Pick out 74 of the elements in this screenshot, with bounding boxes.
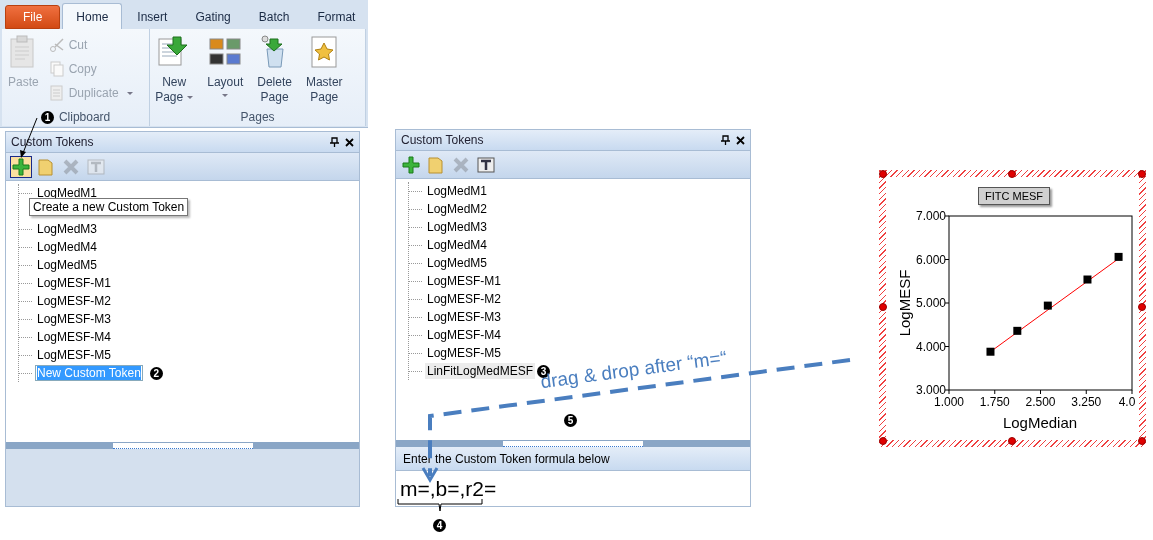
tree-item[interactable]: LogMedM4: [35, 239, 100, 255]
tick-label: 3.000: [915, 383, 946, 397]
toolbar-button[interactable]: [10, 155, 32, 178]
step-badge: 4: [433, 519, 446, 532]
scissors-icon: [48, 37, 65, 53]
folder-icon: [428, 155, 444, 174]
tree-item[interactable]: LogMedM4: [425, 237, 490, 253]
axis-title: LogMESF: [896, 269, 913, 337]
plus-icon: [402, 155, 420, 174]
group-label: Pages: [240, 110, 275, 124]
panel-title: Custom Tokens: [401, 133, 484, 147]
tick-label: 2.500: [1025, 395, 1056, 409]
delete-icon: [62, 157, 80, 176]
tick-label: 5.000: [915, 296, 946, 310]
pin-icon[interactable]: [330, 137, 339, 147]
tree-item[interactable]: LogMESF-M3: [425, 309, 504, 325]
data-point: [986, 347, 995, 356]
data-point: [1114, 252, 1123, 261]
ribbon-button[interactable]: Delete Page: [252, 35, 297, 105]
tree-item[interactable]: LogMedM3: [425, 219, 490, 235]
pin-icon[interactable]: [721, 135, 730, 145]
chart-title[interactable]: FITC MESF: [978, 187, 1051, 205]
ribbon-button[interactable]: Master Page: [300, 35, 348, 105]
ribbon-button[interactable]: New Page: [150, 35, 199, 105]
ribbon-tab[interactable]: Batch: [245, 5, 303, 29]
tree-item[interactable]: LogMedM5: [35, 257, 100, 273]
document-icon: [48, 85, 65, 101]
data-point: [1083, 275, 1092, 284]
tick-label: 6.000: [915, 252, 946, 267]
axis-title: LogMedian: [1002, 414, 1078, 431]
ribbon-button[interactable]: Layout: [202, 35, 249, 97]
splitter-handle[interactable]: [396, 440, 750, 447]
plus-icon: [12, 157, 30, 176]
tree-item[interactable]: LogMedM5: [425, 255, 490, 271]
step-badge: 2: [149, 366, 163, 380]
data-point: [1043, 301, 1052, 310]
ribbon-tab[interactable]: Home: [62, 3, 123, 29]
tooltip: Create a new Custom Token: [29, 198, 189, 216]
folder-icon: [38, 157, 54, 176]
tick-label: 3.250: [1071, 395, 1102, 409]
tree-item[interactable]: LogMESF-M5: [425, 345, 504, 361]
tick-label: 4.000: [915, 339, 946, 354]
tick-label: 4.0: [1118, 395, 1136, 409]
close-icon[interactable]: [736, 135, 745, 145]
text-icon: [477, 155, 495, 174]
tick-label: 1.750: [979, 395, 1010, 409]
tick-label: 7.000: [915, 209, 946, 223]
text-icon: [87, 157, 105, 176]
tree-item[interactable]: LinFitLogMedMESF: [425, 363, 536, 379]
copy-icon: [48, 61, 65, 77]
tree-item[interactable]: LogMedM2: [425, 201, 490, 217]
step-badge: 1: [40, 110, 54, 124]
tree-item[interactable]: LogMESF-M2: [425, 291, 504, 307]
tree-item[interactable]: LogMedM1: [425, 183, 490, 199]
splitter-handle[interactable]: [6, 442, 359, 449]
tree-item[interactable]: LogMESF-M1: [425, 273, 504, 289]
tree-item[interactable]: LogMESF-M3: [35, 311, 114, 327]
data-point: [1013, 326, 1022, 335]
tree-item[interactable]: LogMESF-M1: [35, 275, 114, 291]
ribbon-tab[interactable]: Insert: [124, 5, 181, 29]
ribbon-tab[interactable]: Gating: [182, 5, 244, 29]
tree-item[interactable]: LogMESF-M4: [425, 327, 504, 343]
delete-icon: [452, 155, 470, 174]
formula-input-field[interactable]: m=,b=,r2=: [396, 470, 750, 506]
close-icon[interactable]: [345, 137, 354, 147]
tree-item[interactable]: LogMESF-M4: [35, 329, 114, 345]
tree-item[interactable]: LogMedM3: [35, 221, 100, 237]
tree-item[interactable]: LogMESF-M5: [35, 347, 114, 363]
tick-label: 1.000: [934, 395, 964, 409]
group-label: Clipboard: [58, 110, 111, 124]
ribbon-tab[interactable]: File: [5, 5, 61, 29]
tree-item[interactable]: LogMedM1: [35, 185, 100, 201]
ribbon-tab[interactable]: Format: [304, 5, 369, 29]
tree-item[interactable]: LogMESF-M2: [35, 293, 114, 309]
